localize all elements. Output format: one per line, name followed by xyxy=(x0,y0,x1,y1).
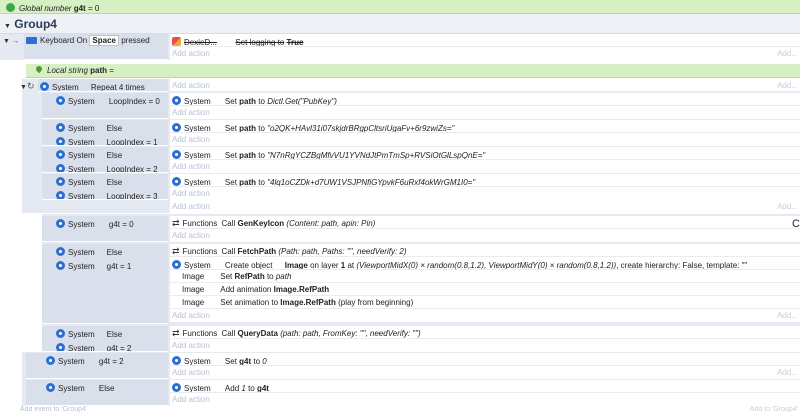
gear-icon xyxy=(56,343,65,351)
loopindex0-add-action[interactable]: Add action xyxy=(170,106,800,119)
kb-key: Space xyxy=(89,35,119,46)
loop-icon: ↻ xyxy=(26,81,35,91)
g4t2-outer-condition[interactable]: System g4t = 2 xyxy=(26,353,168,379)
g4t0-add-action[interactable]: Add action xyxy=(170,229,800,242)
global-variable-row[interactable]: Global number g4t = 0 xyxy=(0,0,800,14)
g4t0-action[interactable]: ⇄ Functions Call GenKeyIcon (Content: pat… xyxy=(170,216,800,229)
cursor-icon: C xyxy=(792,218,800,230)
gear-icon xyxy=(172,260,181,269)
gear-icon xyxy=(40,82,49,91)
gear-icon xyxy=(56,96,65,105)
add-event-to-group-link[interactable]: Add event to 'Group4' xyxy=(20,406,320,414)
gear-icon xyxy=(56,150,65,159)
group-title: Group4 xyxy=(14,17,57,31)
gear-icon xyxy=(56,219,65,228)
loopindex0-action[interactable]: System Set path to Dictl.Get("PubKey") xyxy=(170,93,800,106)
functions-icon: ⇄ xyxy=(172,218,180,228)
loop-collapse-icon[interactable]: ▼ xyxy=(20,84,27,91)
g4t1-fetch-action[interactable]: ⇄ Functions Call FetchPath (Path: path, P… xyxy=(170,244,800,257)
g4t0-condition[interactable]: System g4t = 0 xyxy=(42,216,168,242)
keyboard-action[interactable]: DexieD... Set logging to True xyxy=(170,34,800,47)
collapse-triangle-icon[interactable]: ▼ xyxy=(4,23,11,30)
g4t2-outer-add-right[interactable]: Add... xyxy=(760,366,798,378)
loopindex1-add-action[interactable]: Add action xyxy=(170,133,800,146)
local-var-label: Local string xyxy=(47,66,88,75)
loop-event-controls[interactable]: ▼↻ xyxy=(20,81,40,91)
loop-sub-add-action[interactable]: Add action xyxy=(170,200,800,213)
gear-icon xyxy=(56,123,65,132)
gear-icon xyxy=(172,177,181,186)
g4t1-create-action[interactable]: System Create object Image on layer 1 at… xyxy=(170,257,800,270)
group-header[interactable]: ▼ Group4 xyxy=(0,14,800,34)
g4t2-outer-action[interactable]: System Set g4t to 0 xyxy=(170,353,800,366)
g4t1-condition[interactable]: System Else System g4t = 1 xyxy=(42,244,168,324)
loop-condition[interactable]: System Repeat 4 times xyxy=(38,79,168,92)
loop-add-action[interactable]: Add action xyxy=(170,79,800,92)
keyboard-icon xyxy=(26,37,37,44)
kb-object: Keyboard xyxy=(40,36,75,45)
loopindex1-action[interactable]: System Set path to "o2QK+HAvl31i07skjdrB… xyxy=(170,120,800,133)
global-var-name: g4t xyxy=(73,4,86,13)
gear-icon xyxy=(172,150,181,159)
local-variable-row[interactable]: Local string path = xyxy=(26,64,800,78)
local-var-value: = xyxy=(109,66,114,75)
loopindex2-condition[interactable]: System Else System LoopIndex = 2 xyxy=(42,147,168,173)
g4t1-add-animation-action[interactable]: Image Add animation Image.RefPath xyxy=(170,283,800,296)
loopindex3-condition[interactable]: System Else System LoopIndex = 3 xyxy=(42,174,168,200)
loopindex0-condition[interactable]: System LoopIndex = 0 xyxy=(42,93,168,119)
dexie-icon xyxy=(172,37,181,46)
add-link-right[interactable]: Add... xyxy=(760,47,798,59)
gear-icon xyxy=(172,383,181,392)
functions-icon: ⇄ xyxy=(172,246,180,256)
loopindex3-action[interactable]: System Set path to "4lq1oCZDk+d7UW1VSJPN… xyxy=(170,174,800,187)
else-outer-add-action[interactable]: Add action xyxy=(170,393,800,406)
event-collapse-icon[interactable]: ▼ xyxy=(3,38,10,45)
gear-icon xyxy=(56,261,65,270)
g4t2-outer-add-action[interactable]: Add action xyxy=(170,366,800,379)
loopindex2-add-action[interactable]: Add action xyxy=(170,160,800,173)
loop-sub-add-right[interactable]: Add... xyxy=(760,200,798,212)
add-to-group-link[interactable]: Add to 'Group4' xyxy=(600,406,798,414)
arrow-icon: → xyxy=(12,38,20,45)
pin-icon xyxy=(34,64,44,74)
loopindex3-add-action[interactable]: Add action xyxy=(170,187,800,200)
g4t2-query-condition[interactable]: System Else System g4t = 2 xyxy=(42,326,168,352)
g4t2-query-add-action[interactable]: Add action xyxy=(170,339,800,352)
global-var-label: Global number xyxy=(19,4,72,13)
loop-cond: Repeat 4 times xyxy=(90,83,145,92)
gear-icon xyxy=(172,356,181,365)
globe-icon xyxy=(6,3,15,12)
gear-icon xyxy=(56,164,65,172)
gear-icon xyxy=(56,191,65,199)
dexie-action-prefix: Set logging to xyxy=(235,38,285,47)
else-outer-condition[interactable]: System Else xyxy=(26,380,168,406)
keyboard-condition[interactable]: Keyboard On Space pressed xyxy=(24,34,168,60)
loop-add-right[interactable]: Add... xyxy=(760,79,798,91)
gear-icon xyxy=(56,177,65,186)
kb-on: On xyxy=(76,36,88,45)
g4t1-set-animation-action[interactable]: Image Set animation to Image.RefPath (pla… xyxy=(170,296,800,309)
global-var-value: = 0 xyxy=(87,4,100,13)
g4t1-add-right[interactable]: Add... xyxy=(760,309,798,321)
else-outer-action[interactable]: System Add 1 to g4t xyxy=(170,380,800,393)
gear-icon xyxy=(56,247,65,256)
add-action-link[interactable]: Add action xyxy=(170,47,800,60)
gear-icon xyxy=(46,383,55,392)
gear-icon xyxy=(172,96,181,105)
gear-icon xyxy=(56,137,65,145)
dexie-object: DexieD... xyxy=(184,38,217,47)
dexie-action-value: True xyxy=(286,38,304,47)
local-var-name: path xyxy=(90,66,108,75)
g4t2-query-action[interactable]: ⇄ Functions Call QueryData (path: path, F… xyxy=(170,326,800,339)
gear-icon xyxy=(46,356,55,365)
loopindex2-action[interactable]: System Set path to "N7nRgYCZBgMfvVU1YVNd… xyxy=(170,147,800,160)
loopindex1-condition[interactable]: System Else System LoopIndex = 1 xyxy=(42,120,168,146)
g4t1-add-action[interactable]: Add action xyxy=(170,309,800,322)
gear-icon xyxy=(56,329,65,338)
gear-icon xyxy=(172,123,181,132)
kb-suffix: pressed xyxy=(121,36,150,45)
functions-icon: ⇄ xyxy=(172,328,180,338)
g4t1-set-refpath-action[interactable]: Image Set RefPath to path xyxy=(170,270,800,283)
